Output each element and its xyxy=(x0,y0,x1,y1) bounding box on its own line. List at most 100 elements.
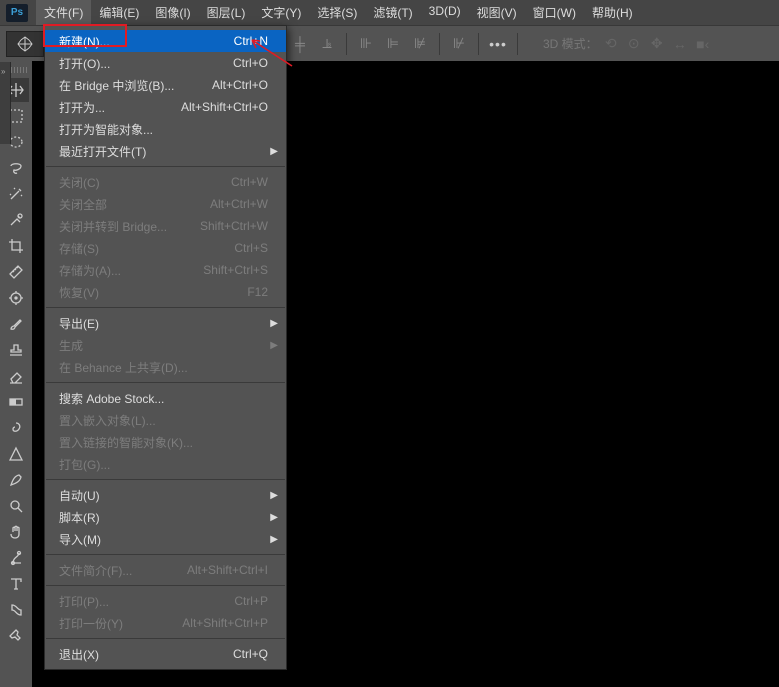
menu-separator xyxy=(46,554,285,555)
menu-entry: 恢复(V)F12 xyxy=(45,281,286,303)
menu-entry-label: 置入嵌入对象(L)... xyxy=(59,412,268,429)
menu-entry: 在 Behance 上共享(D)... xyxy=(45,356,286,378)
menu-item-6[interactable]: 滤镜(T) xyxy=(365,0,420,25)
menu-entry-label: 关闭全部 xyxy=(59,196,210,213)
menu-entry-label: 在 Behance 上共享(D)... xyxy=(59,359,268,376)
tool-eraser[interactable] xyxy=(3,364,29,388)
slide-3d-icon[interactable]: ↔ xyxy=(670,34,690,54)
orbit-3d-icon[interactable]: ⟲ xyxy=(601,34,621,54)
tool-triangle[interactable] xyxy=(3,442,29,466)
menu-entry[interactable]: 导出(E)▶ xyxy=(45,312,286,334)
more-options-icon[interactable]: ••• xyxy=(486,32,510,56)
distribute-h-icon[interactable]: ⊪ xyxy=(354,32,378,56)
tool-smudge[interactable] xyxy=(3,416,29,440)
menu-entry-shortcut: Alt+Shift+Ctrl+O xyxy=(181,100,268,114)
menu-entry[interactable]: 打开为智能对象... xyxy=(45,118,286,140)
menu-entry[interactable]: 在 Bridge 中浏览(B)...Alt+Ctrl+O xyxy=(45,74,286,96)
menu-entry[interactable]: 自动(U)▶ xyxy=(45,484,286,506)
tool-wrench[interactable] xyxy=(3,624,29,648)
menu-entry-label: 自动(U) xyxy=(59,487,268,504)
zoom-3d-icon[interactable]: ■‹ xyxy=(693,34,713,54)
menu-separator xyxy=(46,585,285,586)
menu-entry-shortcut: Ctrl+S xyxy=(234,241,268,255)
menu-entry[interactable]: 退出(X)Ctrl+Q xyxy=(45,643,286,665)
menu-entry: 打包(G)... xyxy=(45,453,286,475)
roll-3d-icon[interactable]: ⊙ xyxy=(624,34,644,54)
menu-entry-label: 关闭(C) xyxy=(59,174,231,191)
menu-item-5[interactable]: 选择(S) xyxy=(309,0,365,25)
menu-entry-label: 导出(E) xyxy=(59,315,268,332)
menu-entry[interactable]: 导入(M)▶ xyxy=(45,528,286,550)
menu-item-8[interactable]: 视图(V) xyxy=(469,0,525,25)
distribute-v2-icon[interactable]: ⊮ xyxy=(447,32,471,56)
tool-shape[interactable] xyxy=(3,598,29,622)
menu-entry: 存储(S)Ctrl+S xyxy=(45,237,286,259)
mode3d-label: 3D 模式： xyxy=(543,35,598,52)
menu-entry-shortcut: Alt+Shift+Ctrl+P xyxy=(182,616,268,630)
menu-item-3[interactable]: 图层(L) xyxy=(199,0,254,25)
tool-hand[interactable] xyxy=(3,520,29,544)
menu-entry: 关闭并转到 Bridge...Shift+Ctrl+W xyxy=(45,215,286,237)
menu-entry: 置入链接的智能对象(K)... xyxy=(45,431,286,453)
menu-separator xyxy=(46,479,285,480)
tool-gradient[interactable] xyxy=(3,390,29,414)
menu-entry-label: 存储为(A)... xyxy=(59,262,203,279)
pan-3d-icon[interactable]: ✥ xyxy=(647,34,667,54)
file-menu-dropdown: 新建(N)...Ctrl+N打开(O)...Ctrl+O在 Bridge 中浏览… xyxy=(44,25,287,670)
menu-item-1[interactable]: 编辑(E) xyxy=(91,0,147,25)
menu-entry[interactable]: 最近打开文件(T)▶ xyxy=(45,140,286,162)
tool-stamp[interactable] xyxy=(3,338,29,362)
align-bottom-icon[interactable]: ⫡ xyxy=(315,32,339,56)
menu-separator xyxy=(46,307,285,308)
menu-entry: 打印一份(Y)Alt+Shift+Ctrl+P xyxy=(45,612,286,634)
menu-bar: Ps 文件(F)编辑(E)图像(I)图层(L)文字(Y)选择(S)滤镜(T)3D… xyxy=(0,0,779,25)
tool-magic-wand[interactable] xyxy=(3,182,29,206)
menu-entry-label: 最近打开文件(T) xyxy=(59,143,268,160)
menu-entry-label: 恢复(V) xyxy=(59,284,247,301)
menu-entry-shortcut: Ctrl+W xyxy=(231,175,268,189)
menu-item-0[interactable]: 文件(F) xyxy=(36,0,91,25)
tool-healing-brush[interactable] xyxy=(3,208,29,232)
menu-entry-label: 导入(M) xyxy=(59,531,268,548)
app-logo: Ps xyxy=(6,4,28,22)
menu-entry-shortcut: Ctrl+N xyxy=(234,34,268,48)
tool-pen[interactable] xyxy=(3,468,29,492)
menu-item-10[interactable]: 帮助(H) xyxy=(584,0,641,25)
distribute-h2-icon[interactable]: ⊫ xyxy=(381,32,405,56)
tool-path[interactable] xyxy=(3,546,29,570)
menu-entry-shortcut: Alt+Ctrl+O xyxy=(212,78,268,92)
separator xyxy=(517,33,518,55)
tool-spot[interactable] xyxy=(3,286,29,310)
menu-entry[interactable]: 新建(N)...Ctrl+N xyxy=(45,30,286,52)
menu-entry: 关闭(C)Ctrl+W xyxy=(45,171,286,193)
menu-entry[interactable]: 脚本(R)▶ xyxy=(45,506,286,528)
menu-item-4[interactable]: 文字(Y) xyxy=(253,0,309,25)
tool-lasso[interactable] xyxy=(3,156,29,180)
menu-entry: 存储为(A)...Shift+Ctrl+S xyxy=(45,259,286,281)
align-middle-icon[interactable]: ╪ xyxy=(288,32,312,56)
menu-entry-label: 存储(S) xyxy=(59,240,234,257)
menu-entry-label: 退出(X) xyxy=(59,646,233,663)
distribute-v-icon[interactable]: ⊯ xyxy=(408,32,432,56)
menu-separator xyxy=(46,166,285,167)
tool-ruler[interactable] xyxy=(3,260,29,284)
tool-crop[interactable] xyxy=(3,234,29,258)
menu-separator xyxy=(46,382,285,383)
submenu-arrow-icon: ▶ xyxy=(270,340,278,351)
menu-item-7[interactable]: 3D(D) xyxy=(421,0,469,25)
menu-entry-label: 打开(O)... xyxy=(59,55,233,72)
tool-brush[interactable] xyxy=(3,312,29,336)
menu-item-2[interactable]: 图像(I) xyxy=(147,0,198,25)
tools-panel xyxy=(0,61,32,687)
menu-entry[interactable]: 打开(O)...Ctrl+O xyxy=(45,52,286,74)
menu-entry[interactable]: 打开为...Alt+Shift+Ctrl+O xyxy=(45,96,286,118)
tool-magnify[interactable] xyxy=(3,494,29,518)
menu-entry: 关闭全部Alt+Ctrl+W xyxy=(45,193,286,215)
menu-entry-label: 打开为... xyxy=(59,99,181,116)
tool-type[interactable] xyxy=(3,572,29,596)
expand-arrows-icon[interactable]: » xyxy=(1,67,5,76)
menu-entry-shortcut: F12 xyxy=(247,285,268,299)
menu-entry[interactable]: 搜索 Adobe Stock... xyxy=(45,387,286,409)
tool-preset-button[interactable] xyxy=(6,31,44,57)
menu-item-9[interactable]: 窗口(W) xyxy=(525,0,584,25)
